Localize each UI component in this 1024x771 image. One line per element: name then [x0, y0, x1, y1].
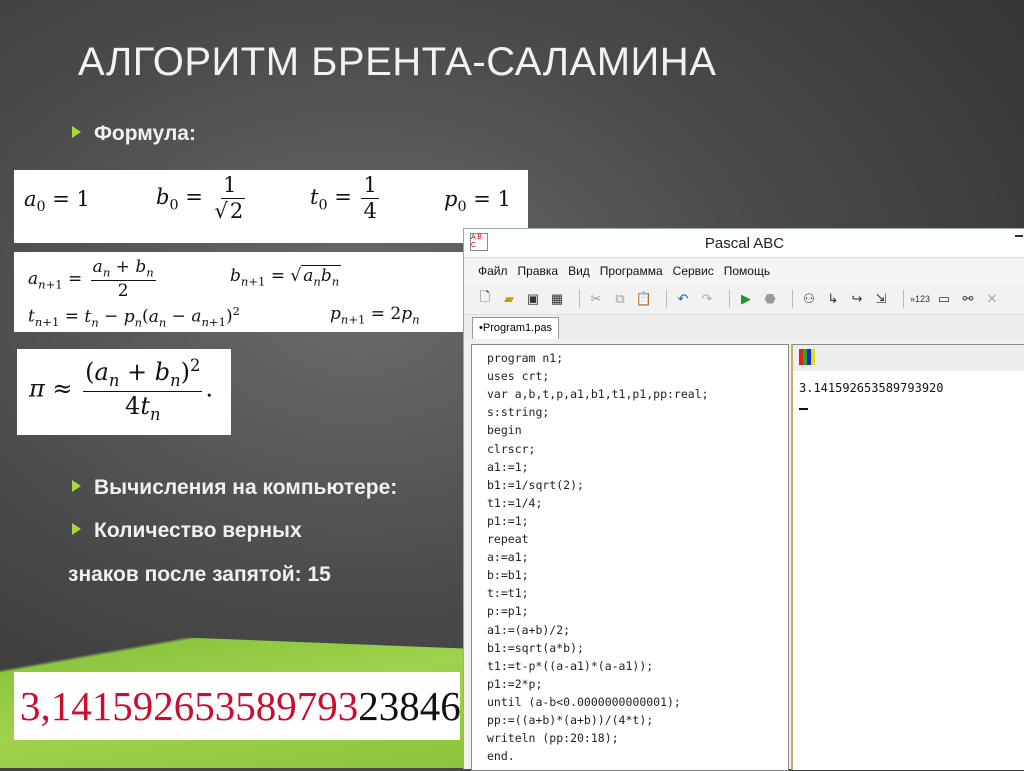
code-line: p1:=1;: [487, 513, 529, 528]
code-line: pp:=((a+b)*(a+b))/(4*t);: [487, 713, 654, 727]
toolbar-divider: [729, 290, 730, 308]
menu-service[interactable]: Сервис: [673, 264, 714, 278]
minimize-icon[interactable]: [1015, 235, 1023, 237]
menu-view[interactable]: Вид: [568, 264, 590, 278]
bullet-text: Количество верных: [94, 519, 302, 542]
bullet-formula: Формула:: [72, 122, 196, 146]
output-window: 3.141592653589793920: [791, 344, 1024, 770]
step-over-icon[interactable]: ↪: [848, 290, 866, 308]
bullet-arrow-icon: [72, 523, 81, 536]
pascal-abc-window: A BC Pascal ABC Файл Правка Вид Программ…: [463, 228, 1024, 771]
toolbar: 🗋 ▰ ▣ ▦ ✂ ⧉ 📋 ↶ ↷ ▶ ⬣ ⚇ ↳ ↪ ⇲ »123 ▭ ⚯ ✕: [464, 284, 1024, 315]
code-line: b:=b1;: [487, 568, 529, 583]
pi-remaining-digits: 23846: [358, 683, 461, 729]
close-icon[interactable]: ✕: [983, 290, 1001, 308]
open-folder-icon[interactable]: ▰: [500, 290, 518, 308]
code-line: var a,b,t,p,a1,b1,t1,p1,pp:real;: [487, 387, 709, 402]
formula-pi: π ≈ (an + bn)2 4tn.: [17, 349, 231, 435]
evaluate-icon[interactable]: »123: [910, 290, 930, 308]
code-line: program n1;: [487, 351, 564, 365]
menu-program[interactable]: Программа: [600, 264, 663, 278]
text-cursor: [799, 408, 808, 410]
stop-icon[interactable]: ⬣: [761, 290, 779, 308]
code-line: s:string;: [487, 405, 550, 420]
bullet-arrow-icon: [72, 480, 81, 493]
digits-count-text: знаков после запятой: 15: [68, 563, 331, 586]
new-file-icon[interactable]: 🗋: [476, 289, 494, 308]
code-line: until (a-b<0.0000000000001);: [487, 694, 681, 709]
bullet-computation: Вычисления на компьютере:: [72, 476, 397, 500]
window-title: Pascal ABC: [704, 235, 785, 252]
toolbar-divider: [792, 290, 793, 308]
code-line: b1:=sqrt(a*b);: [487, 640, 584, 655]
window-icon[interactable]: ▭: [935, 290, 953, 308]
code-editor[interactable]: program n1; uses crt; var a,b,t,p,a1,b1,t1…: [471, 344, 789, 771]
menu-edit[interactable]: Правка: [518, 264, 559, 278]
output-text: 3.141592653589793920: [799, 381, 944, 395]
code-line: p1:=2*p;: [487, 676, 543, 691]
copy-icon[interactable]: ⧉: [611, 290, 629, 308]
paste-icon[interactable]: 📋: [635, 290, 653, 308]
undo-icon[interactable]: ↶: [674, 290, 692, 308]
code-line: p:=p1;: [487, 604, 529, 619]
pi-correct-digits: 3,141592653589793: [20, 683, 359, 729]
bullet-text: Вычисления на компьютере:: [94, 476, 398, 499]
toolbar-divider: [579, 290, 580, 308]
cut-icon[interactable]: ✂: [587, 290, 605, 308]
redo-icon[interactable]: ↷: [698, 290, 716, 308]
code-line: t:=t1;: [487, 586, 529, 601]
tab-program1[interactable]: •Program1.pas: [472, 317, 559, 339]
toolbar-divider: [903, 290, 904, 308]
code-line: a:=a1;: [487, 550, 529, 565]
glasses-icon[interactable]: ⚯: [959, 290, 977, 308]
run-to-cursor-icon[interactable]: ⇲: [872, 290, 890, 308]
tab-row: •Program1.pas: [464, 315, 1024, 339]
toolbar-divider: [666, 290, 667, 308]
menu-file[interactable]: Файл: [478, 264, 508, 278]
bullet-arrow-icon: [72, 126, 81, 139]
output-app-icon: [799, 349, 815, 365]
menu-help[interactable]: Помощь: [724, 264, 770, 278]
bullet-text: Формула:: [94, 122, 196, 145]
watch-icon[interactable]: ⚇: [800, 290, 818, 308]
code-line: end.: [487, 749, 515, 764]
code-line: b1:=1/sqrt(2);: [487, 477, 584, 492]
title-bar: A BC Pascal ABC: [464, 229, 1024, 258]
step-into-icon[interactable]: ↳: [824, 290, 842, 308]
code-line: writeln (pp:20:18);: [487, 731, 619, 746]
code-line: a1:=1;: [487, 459, 529, 474]
run-icon[interactable]: ▶: [737, 290, 755, 308]
output-header: [793, 345, 1024, 371]
save-icon[interactable]: ▣: [524, 290, 542, 308]
code-line: a1:=(a+b)/2;: [487, 622, 571, 637]
code-line: begin: [487, 423, 522, 438]
code-line: uses crt;: [487, 369, 550, 384]
formula-iteration: an+1 = an + bn 2 bn+1 = √ anbn tn+1 = tn −…: [14, 252, 464, 332]
bullet-digits: Количество верных: [72, 519, 302, 543]
save-all-icon[interactable]: ▦: [548, 290, 566, 308]
pi-value-box: 3,14159265358979323846: [14, 672, 461, 740]
formula-init: a0 = 1 b0 = 1 √2 t0 = 14 p0 = 1: [14, 170, 528, 243]
slide-title: АЛГОРИТМ БРЕНТА-САЛАМИНА: [78, 40, 717, 84]
code-line: repeat: [487, 532, 529, 546]
code-line: clrscr;: [487, 441, 536, 456]
code-line: t1:=t-p*((a-a1)*(a-a1));: [487, 658, 654, 673]
code-line: t1:=1/4;: [487, 495, 543, 510]
menu-bar: Файл Правка Вид Программа Сервис Помощь: [464, 258, 1024, 284]
